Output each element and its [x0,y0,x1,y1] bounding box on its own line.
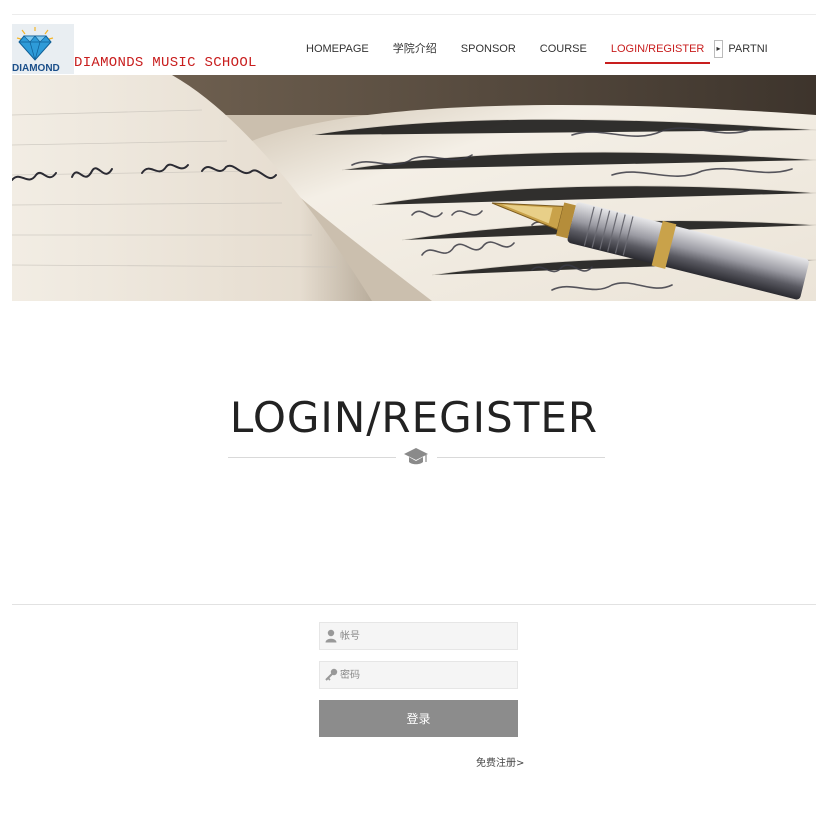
nav-item-course[interactable]: COURSE [530,40,597,66]
title-divider-left [228,457,396,458]
section-divider [12,604,816,605]
key-icon [325,668,338,681]
username-field [319,622,518,650]
nav-scroll-right-button[interactable]: ▸ [714,40,723,58]
graduation-cap-icon [404,448,428,465]
top-border [12,14,816,15]
notebook-pen-image [12,75,816,301]
user-icon [325,629,337,643]
password-input[interactable] [340,662,515,688]
nav-item-about[interactable]: 学院介绍 [383,40,447,66]
username-input[interactable] [340,623,515,649]
hero-banner [12,75,816,301]
logo-text: DIAMOND [12,63,60,74]
main-nav: HOMEPAGE 学院介绍 SPONSOR COURSE LOGIN/REGIS… [296,40,782,66]
register-link[interactable]: 免费注册> [476,754,524,769]
nav-item-login-register[interactable]: LOGIN/REGISTER [601,40,715,66]
school-logo[interactable]: DIAMOND [12,24,74,74]
nav-item-partners[interactable]: PARTNI [718,40,777,66]
triangle-right-icon: ▸ [716,44,721,53]
nav-item-sponsor[interactable]: SPONSOR [451,40,526,66]
brand-name[interactable]: DIAMONDS MUSIC SCHOOL [74,55,257,71]
login-button[interactable]: 登录 [319,700,518,737]
title-divider-right [437,457,605,458]
nav-item-homepage[interactable]: HOMEPAGE [296,40,379,66]
diamond-icon [16,27,54,61]
password-field [319,661,518,689]
page-title: LOGIN/REGISTER [229,393,599,442]
